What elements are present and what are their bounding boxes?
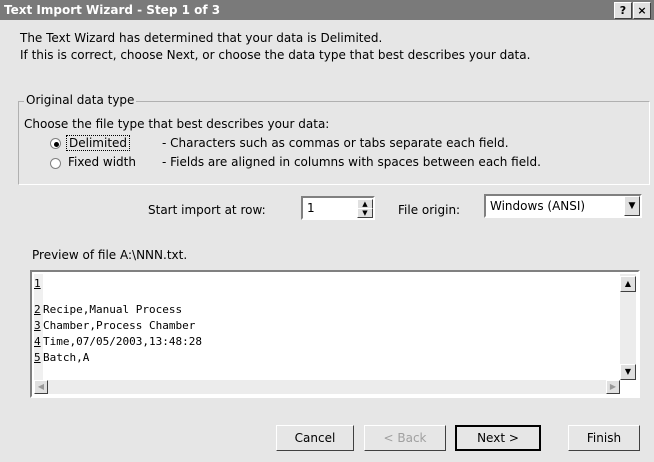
preview-line: 5 Batch,A [34,351,90,364]
start-row-value: 1 [307,201,315,215]
window-title: Text Import Wizard - Step 1 of 3 [4,3,221,17]
close-button[interactable]: × [633,2,651,19]
preview-label: Preview of file A:\NNN.txt. [32,248,188,262]
preview-line: 1 [34,277,41,290]
finish-button[interactable]: Finish [568,425,640,451]
horizontal-scrollbar[interactable]: ◀ ▶ [34,380,620,394]
scroll-down-icon[interactable]: ▼ [620,364,636,380]
back-button[interactable]: < Back [364,425,446,451]
delimited-radio[interactable] [50,138,61,149]
scroll-up-icon[interactable]: ▲ [620,276,636,292]
start-row-spinner[interactable]: 1 ▲ ▼ [301,196,375,220]
preview-line: 3 Chamber,Process Chamber [34,319,196,332]
scroll-left-icon[interactable]: ◀ [34,380,48,394]
file-origin-label: File origin: [398,203,461,217]
file-origin-value: Windows (ANSI) [490,199,586,213]
delimited-description: - Characters such as commas or tabs sepa… [162,136,509,150]
original-data-type-legend: Original data type [24,93,137,107]
file-origin-select[interactable]: Windows (ANSI) ▼ [484,194,642,218]
preview-line: 2 Recipe,Manual Process [34,303,183,316]
chevron-down-icon[interactable]: ▼ [624,196,640,216]
preview-pane[interactable]: 1 2 Recipe,Manual Process 3 Chamber,Proces… [30,270,640,398]
preview-line: 4 Time,07/05/2003,13:48:28 [34,335,202,348]
intro-line-1: The Text Wizard has determined that your… [20,31,383,45]
selected-dot [54,142,59,147]
file-type-prompt: Choose the file type that best describes… [24,117,330,131]
title-bar: Text Import Wizard - Step 1 of 3 ? × [0,0,654,20]
cancel-button[interactable]: Cancel [276,425,354,451]
spin-down-icon[interactable]: ▼ [357,208,373,218]
start-row-label: Start import at row: [148,203,266,217]
scroll-right-icon[interactable]: ▶ [606,380,620,394]
text-import-wizard-dialog: Text Import Wizard - Step 1 of 3 ? × The… [0,0,654,462]
help-button[interactable]: ? [614,2,632,19]
delimited-label[interactable]: Delimited [66,135,131,151]
intro-line-2: If this is correct, choose Next, or choo… [20,48,531,62]
fixed-width-radio[interactable] [50,158,61,169]
next-button[interactable]: Next > [455,425,541,451]
fixed-width-description: - Fields are aligned in columns with spa… [162,155,541,169]
vertical-scrollbar[interactable]: ▲ ▼ [620,274,636,380]
fixed-width-label[interactable]: Fixed width [68,155,136,169]
